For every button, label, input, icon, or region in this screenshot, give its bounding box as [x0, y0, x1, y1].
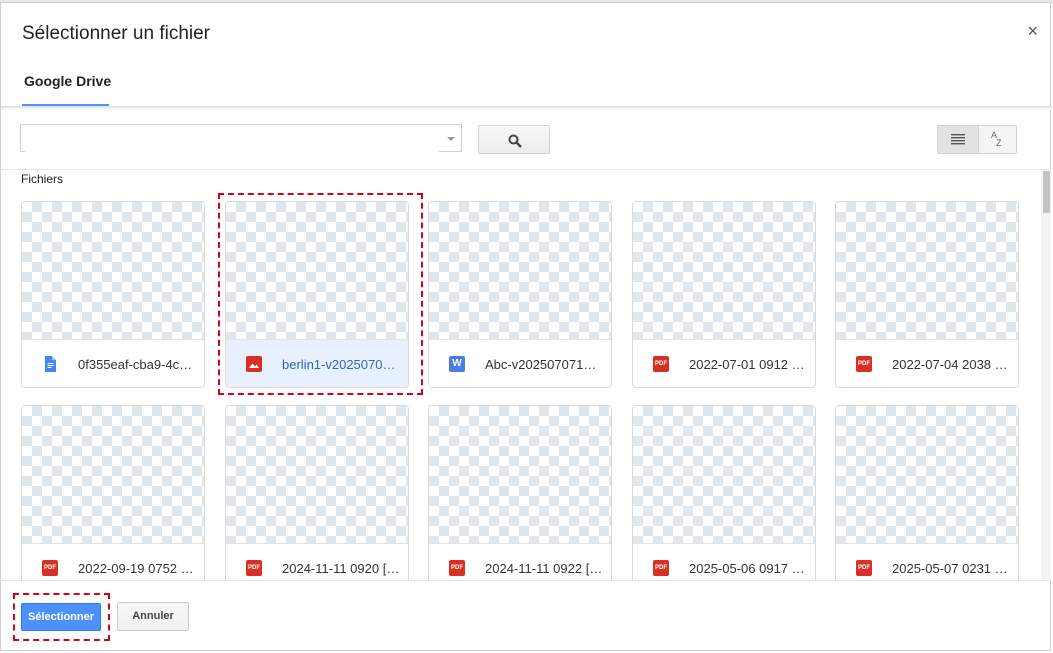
file-card-selected[interactable]: berlin1-v2025070…	[225, 201, 409, 388]
file-thumbnail	[226, 202, 408, 339]
file-name: 2024-11-11 0922 […	[485, 561, 603, 576]
scrollbar-track[interactable]	[1041, 170, 1051, 580]
close-icon[interactable]: ×	[1027, 21, 1038, 41]
file-name: 2025-05-07 0231 […	[892, 561, 1010, 576]
dropdown-arrow-icon[interactable]	[447, 137, 455, 141]
file-card[interactable]: 0f355eaf-cba9-4c…	[21, 201, 205, 388]
scrollbar-thumb[interactable]	[1043, 171, 1050, 213]
section-label: Fichiers	[21, 172, 64, 186]
sort-az-icon-bottom: Z	[996, 138, 1002, 148]
file-name: 2022-09-19 0752 […	[78, 561, 196, 576]
file-thumbnail	[633, 202, 815, 339]
search-combobox[interactable]	[20, 124, 462, 152]
list-view-icon	[951, 134, 965, 145]
file-grid: Fichiers 0f355eaf-cba9-4c… berlin1-v2025…	[0, 170, 1041, 580]
dialog-title: Sélectionner un fichier	[22, 23, 210, 44]
pdf-icon: PDF	[856, 356, 872, 372]
pdf-icon: PDF	[653, 356, 669, 372]
file-name: 2025-05-06 0917 […	[689, 561, 807, 576]
file-card[interactable]: PDF 2022-09-19 0752 […	[21, 405, 205, 580]
file-thumbnail	[22, 406, 204, 543]
file-card[interactable]: PDF 2022-07-01 0912 […	[632, 201, 816, 388]
pdf-icon: PDF	[856, 560, 872, 576]
file-thumbnail	[836, 406, 1018, 543]
file-card[interactable]: PDF 2024-11-11 0920 […	[225, 405, 409, 580]
file-thumbnail	[836, 202, 1018, 339]
file-name: 2022-07-04 2038 […	[892, 357, 1010, 372]
pdf-icon: PDF	[449, 560, 465, 576]
file-thumbnail	[226, 406, 408, 543]
tab-google-drive[interactable]: Google Drive	[22, 73, 113, 89]
file-thumbnail	[429, 406, 611, 543]
file-card[interactable]: PDF 2024-11-11 0922 […	[428, 405, 612, 580]
file-thumbnail	[633, 406, 815, 543]
view-options: A Z	[937, 125, 1017, 154]
search-input[interactable]	[25, 126, 439, 152]
select-button[interactable]: Sélectionner	[21, 603, 101, 631]
pdf-icon: PDF	[246, 560, 262, 576]
file-card[interactable]: PDF 2022-07-04 2038 […	[835, 201, 1019, 388]
sort-button[interactable]: A Z	[979, 126, 1016, 153]
file-card[interactable]: PDF 2025-05-07 0231 […	[835, 405, 1019, 580]
file-name: Abc-v2025070710…	[485, 357, 603, 372]
pdf-icon: PDF	[42, 560, 58, 576]
file-name: berlin1-v2025070…	[282, 357, 396, 372]
file-name: 2022-07-01 0912 […	[689, 357, 807, 372]
word-icon: W	[449, 356, 465, 372]
file-name: 2024-11-11 0920 […	[282, 561, 400, 576]
cancel-button[interactable]: Annuler	[117, 602, 189, 631]
file-thumbnail	[429, 202, 611, 339]
image-icon	[246, 356, 262, 372]
file-name: 0f355eaf-cba9-4c…	[78, 357, 193, 372]
file-card[interactable]: PDF 2025-05-06 0917 […	[632, 405, 816, 580]
google-docs-icon	[45, 356, 56, 372]
footer-divider	[0, 580, 1051, 581]
list-view-button[interactable]	[938, 126, 979, 153]
file-thumbnail	[22, 202, 204, 339]
search-button[interactable]	[478, 125, 550, 154]
search-icon	[508, 134, 522, 148]
file-card[interactable]: W Abc-v2025070710…	[428, 201, 612, 388]
pdf-icon: PDF	[653, 560, 669, 576]
header-divider	[1, 106, 1052, 110]
